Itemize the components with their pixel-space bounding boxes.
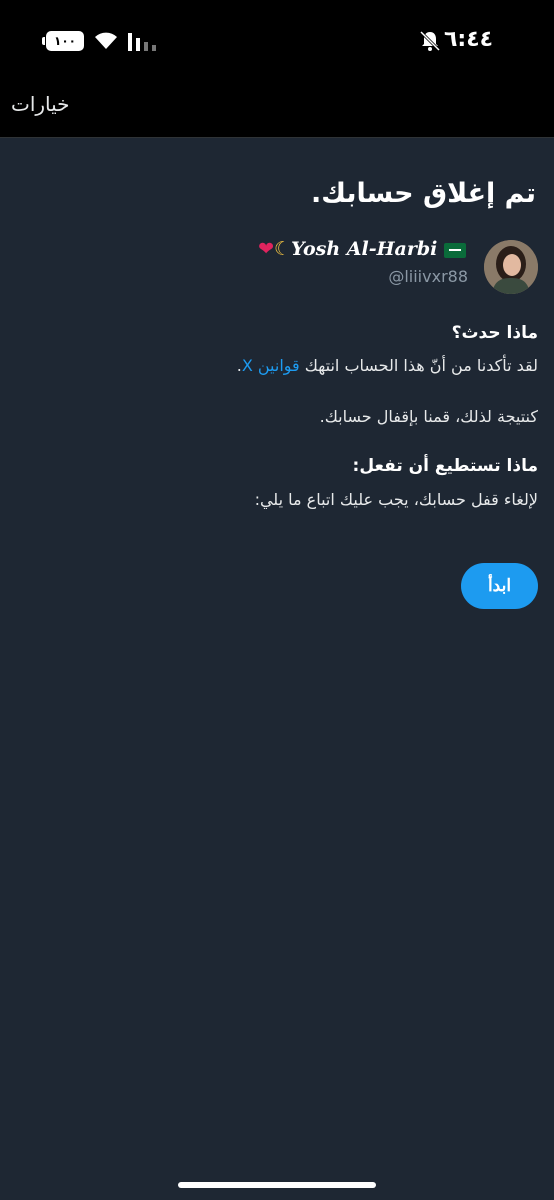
wifi-icon — [95, 32, 117, 49]
clock: ٦:٤٤ — [444, 27, 494, 52]
moon-icon: ☾ — [273, 238, 292, 260]
rules-link[interactable]: قوانين X — [242, 356, 300, 375]
what-happened-text-prefix: لقد تأكدنا من أنّ هذا الحساب انتهك — [299, 356, 538, 375]
what-happened-heading: ماذا حدث؟ — [451, 323, 538, 343]
user-handle: @liiivxr88 — [388, 267, 468, 286]
status-bar: ١٠٠ ٦:٤٤ — [0, 0, 554, 80]
home-indicator[interactable] — [178, 1182, 376, 1188]
battery-indicator: ١٠٠ — [42, 31, 84, 51]
display-name-text: Yosh Al-Harbi — [291, 238, 438, 260]
unlock-instructions-text: لإلغاء قفل حسابك، يجب عليك اتباع ما يلي: — [254, 490, 538, 509]
avatar[interactable] — [484, 240, 538, 294]
flag-icon — [444, 242, 466, 258]
what-happened-text: لقد تأكدنا من أنّ هذا الحساب انتهك قواني… — [237, 356, 538, 375]
heart-icon: ❤ — [258, 238, 274, 260]
bell-off-icon — [419, 30, 441, 52]
display-name: ❤☾Yosh Al-Harbi — [258, 238, 470, 260]
page-title: تم إغلاق حسابك. — [310, 178, 536, 209]
top-bar: خيارات — [0, 80, 554, 138]
signal-icon — [128, 33, 156, 51]
account-locked-text: كنتيجة لذلك، قمنا بإقفال حسابك. — [319, 407, 538, 426]
start-button[interactable]: ابدأ — [461, 563, 538, 609]
what-to-do-heading: ماذا تستطيع أن تفعل: — [352, 456, 538, 476]
options-button[interactable]: خيارات — [11, 92, 70, 116]
